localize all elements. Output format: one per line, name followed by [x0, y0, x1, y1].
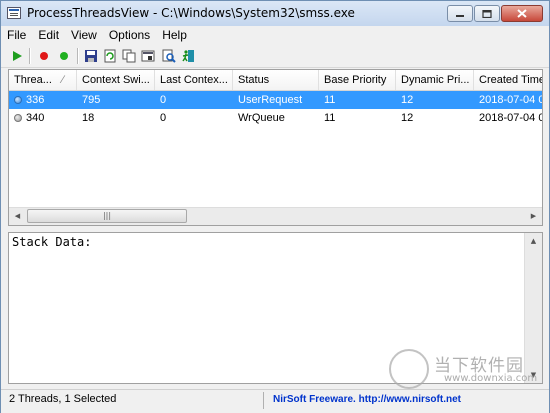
- column-header-created-time[interactable]: Created Time: [474, 70, 542, 90]
- cell-created-time: 2018-07-04 0: [479, 112, 543, 124]
- column-header-last-context[interactable]: Last Contex...: [155, 70, 233, 90]
- red-dot-icon[interactable]: [36, 48, 52, 64]
- table-row[interactable]: 340 18 0 WrQueue 11 12 2018-07-04 0: [9, 109, 543, 127]
- vertical-scrollbar[interactable]: ▲ ▼: [524, 233, 542, 383]
- toolbar-separator: [29, 48, 31, 64]
- menu-options[interactable]: Options: [103, 26, 156, 45]
- stack-data-label: Stack Data:: [12, 235, 92, 249]
- column-header-status[interactable]: Status: [233, 70, 319, 90]
- nirsoft-link[interactable]: NirSoft Freeware. http://www.nirsoft.net: [273, 394, 461, 405]
- horizontal-scrollbar[interactable]: ◀ ||| ▶: [9, 207, 542, 225]
- app-icon: [7, 7, 21, 19]
- cell-base-priority: 11: [324, 112, 336, 124]
- cell-status: UserRequest: [238, 94, 303, 106]
- column-header-thread[interactable]: Threa... ∕: [9, 70, 77, 90]
- cell-dynamic-priority: 12: [401, 112, 414, 124]
- green-dot-icon[interactable]: [56, 48, 72, 64]
- watermark-logo-icon: [389, 349, 429, 389]
- thread-count-status: 2 Threads, 1 Selected: [9, 393, 117, 405]
- scroll-up-icon[interactable]: ▲: [525, 233, 542, 249]
- copy-icon[interactable]: [121, 48, 137, 64]
- thread-status-icon: [14, 114, 22, 122]
- cell-created-time: 2018-07-04 0: [479, 94, 543, 106]
- cell-last-context: 0: [160, 94, 167, 106]
- table-row[interactable]: 336 795 0 UserRequest 11 12 2018-07-04 0: [9, 91, 543, 109]
- watermark-url: www.downxia.com: [444, 373, 538, 384]
- exit-icon[interactable]: [180, 48, 196, 64]
- status-divider: [263, 392, 264, 409]
- threads-list[interactable]: Threa... ∕ Context Swi... Last Contex... …: [8, 69, 543, 226]
- toolbar-separator: [77, 48, 79, 64]
- scroll-right-icon[interactable]: ▶: [525, 208, 542, 224]
- app-window: ProcessThreadsView - C:\Windows\System32…: [0, 0, 550, 413]
- refresh-icon[interactable]: [102, 48, 118, 64]
- cell-status: WrQueue: [238, 112, 285, 124]
- menu-bar: File Edit View Options Help: [1, 26, 549, 45]
- minimize-button[interactable]: [447, 5, 473, 22]
- cell-last-context: 0: [160, 112, 167, 124]
- find-icon[interactable]: [161, 48, 177, 64]
- close-icon: [517, 9, 527, 18]
- sort-arrow-icon: ∕: [62, 74, 64, 86]
- menu-edit[interactable]: Edit: [32, 26, 65, 45]
- play-icon[interactable]: [9, 48, 25, 64]
- close-button[interactable]: [501, 5, 543, 22]
- toolbar: [1, 45, 549, 68]
- scroll-left-icon[interactable]: ◀: [9, 208, 26, 224]
- save-icon[interactable]: [83, 48, 99, 64]
- minimize-icon: [456, 14, 464, 17]
- menu-help[interactable]: Help: [156, 26, 193, 45]
- column-header-context-switches[interactable]: Context Swi...: [77, 70, 155, 90]
- cell-context-switches: 795: [82, 94, 101, 106]
- list-header: Threa... ∕ Context Swi... Last Contex... …: [9, 70, 542, 91]
- menu-file[interactable]: File: [1, 26, 32, 45]
- maximize-icon: [482, 9, 492, 18]
- status-bar: 2 Threads, 1 Selected NirSoft Freeware. …: [1, 389, 549, 413]
- menu-view[interactable]: View: [65, 26, 103, 45]
- maximize-button[interactable]: [474, 5, 500, 22]
- window-title: ProcessThreadsView - C:\Windows\System32…: [27, 6, 355, 20]
- column-header-dynamic-priority[interactable]: Dynamic Pri...: [396, 70, 474, 90]
- cell-thread: 340: [9, 109, 77, 127]
- column-header-base-priority[interactable]: Base Priority: [319, 70, 396, 90]
- cell-context-switches: 18: [82, 112, 95, 124]
- cell-dynamic-priority: 12: [401, 94, 414, 106]
- thread-status-icon: [14, 96, 22, 104]
- scrollbar-thumb[interactable]: |||: [27, 209, 187, 223]
- title-bar[interactable]: ProcessThreadsView - C:\Windows\System32…: [1, 1, 549, 26]
- properties-icon[interactable]: [140, 48, 156, 64]
- cell-base-priority: 11: [324, 94, 336, 106]
- cell-thread: 336: [9, 91, 77, 109]
